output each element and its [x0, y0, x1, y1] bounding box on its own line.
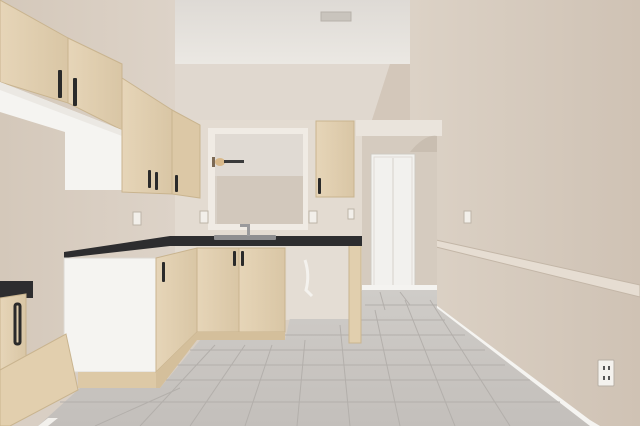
outlet-icon: [347, 208, 355, 220]
kitchen-photo-scene: [0, 0, 640, 426]
counter-support-post: [348, 244, 362, 344]
ceiling-vent: [320, 11, 352, 22]
outlet-icon: [132, 211, 142, 226]
kitchen-photo: [0, 0, 640, 426]
baseboard-hall: [362, 285, 437, 290]
hallway-frame: [356, 120, 442, 136]
outlet-icon: [199, 210, 209, 224]
outlet-icon: [308, 210, 318, 224]
light-switch-icon: [463, 210, 472, 224]
outlet-icon: [597, 359, 615, 387]
back-upper-wall: [175, 64, 390, 120]
pass-through-ceiling: [215, 134, 303, 176]
pass-through-wall: [217, 176, 303, 224]
closet-door: [370, 153, 416, 290]
appliance-space: [287, 245, 349, 319]
upper-cabinet-right: [315, 120, 355, 198]
sink: [214, 235, 276, 240]
